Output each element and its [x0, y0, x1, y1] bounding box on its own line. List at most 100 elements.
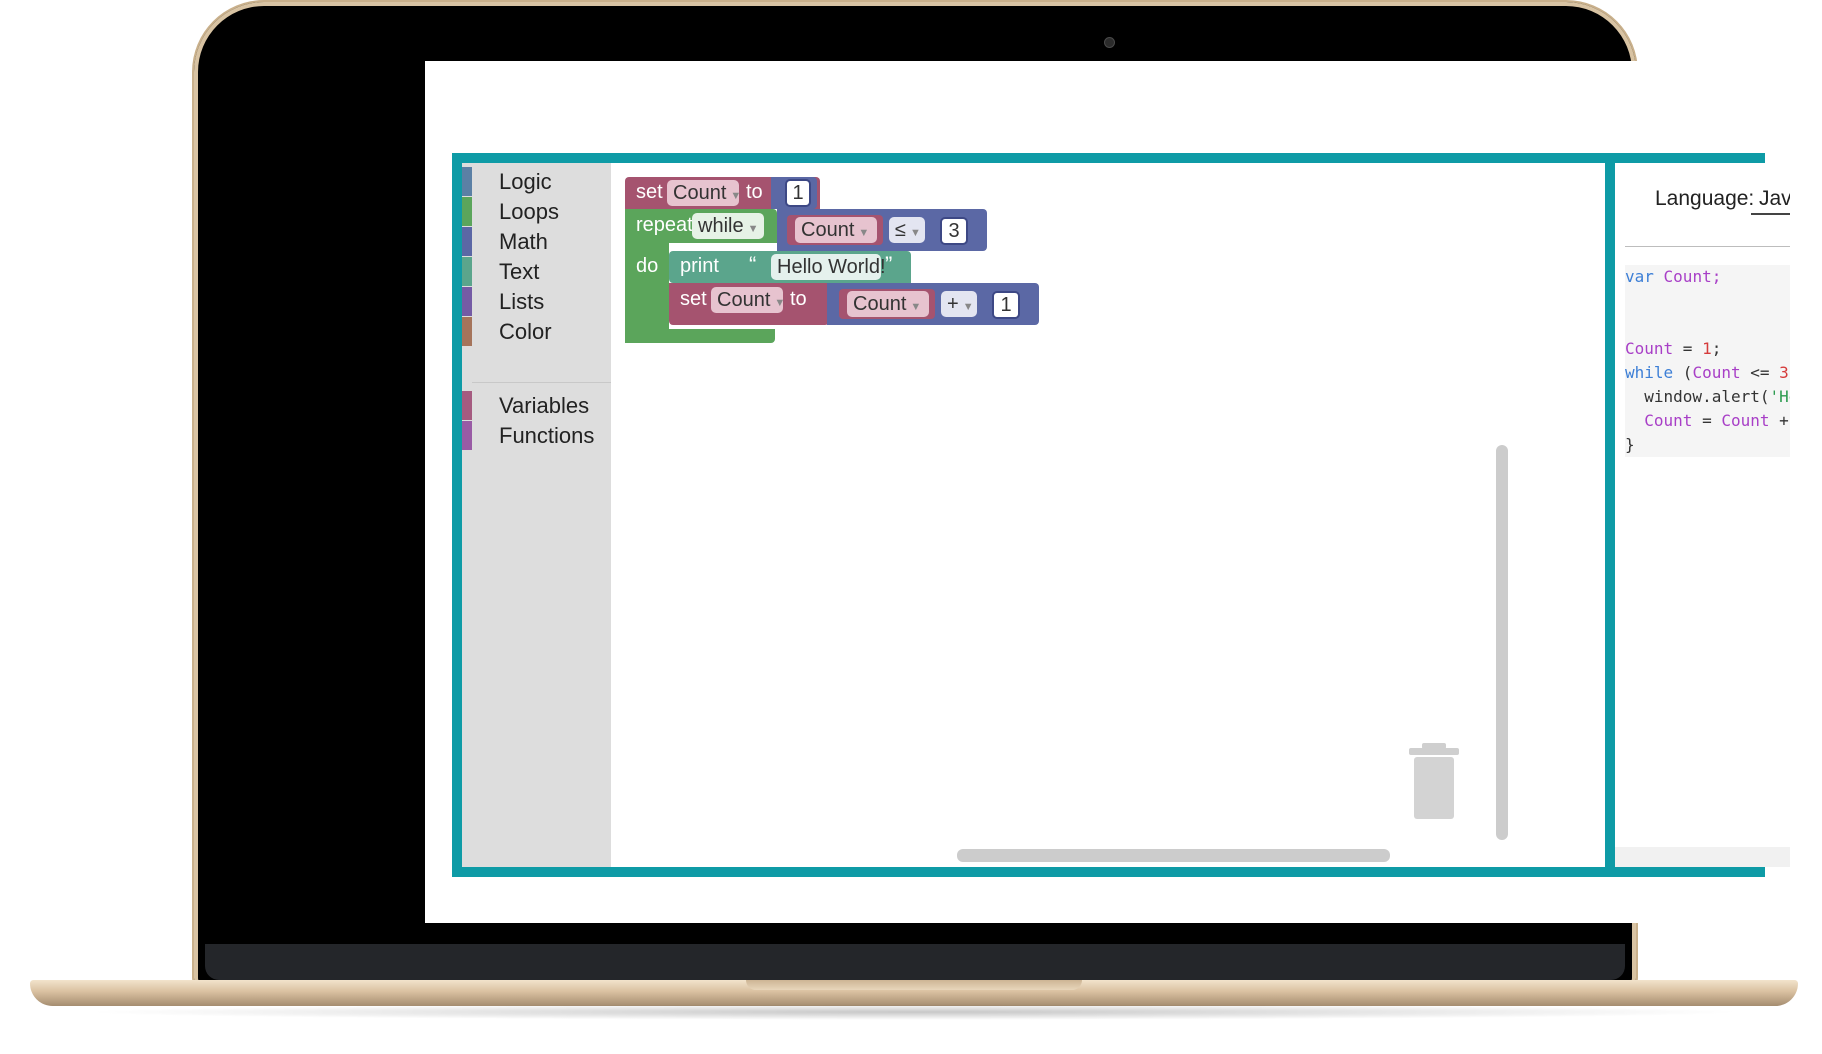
set-keyword: set — [636, 181, 663, 203]
blockly-app: Logic Loops Math Text Lists Color Variab… — [452, 153, 1790, 877]
code-token: + — [1779, 411, 1789, 430]
horizontal-scrollbar[interactable] — [957, 849, 1390, 862]
category-swatch — [462, 317, 472, 346]
toolbox-label: Logic — [499, 169, 552, 194]
to-keyword: to — [746, 181, 763, 203]
code-token: ( — [1673, 363, 1693, 382]
code-horizontal-scrollbar[interactable] — [1615, 847, 1790, 867]
language-select[interactable]: JavaScript ▼ — [1751, 187, 1790, 215]
toolbox-label: Text — [499, 259, 540, 284]
code-token: <= — [1740, 363, 1780, 382]
to-keyword: to — [790, 288, 807, 310]
code-line: } — [1625, 433, 1635, 457]
number-block[interactable]: 1 — [771, 177, 817, 209]
toolbox-item-logic[interactable]: Logic — [462, 165, 611, 198]
operator-value: + — [947, 293, 959, 315]
toolbox-label: Loops — [499, 199, 559, 224]
dropdown-arrow-icon: ▼ — [962, 301, 974, 313]
dropdown-arrow-icon: ▼ — [858, 227, 870, 239]
do-keyword: do — [636, 255, 659, 277]
variable-dropdown[interactable]: Count ▼ — [711, 287, 786, 313]
number-field[interactable]: 3 — [940, 217, 968, 245]
code-token: var — [1625, 267, 1654, 286]
code-token: } — [1625, 435, 1635, 454]
toolbox-label: Lists — [499, 289, 545, 314]
open-quote-icon: “ — [749, 252, 757, 277]
toolbox-label: Functions — [499, 423, 595, 448]
code-token: = — [1673, 339, 1703, 358]
laptop-screen: Logic Loops Math Text Lists Color Variab… — [425, 61, 1790, 923]
loop-mode-dropdown[interactable]: while ▼ — [692, 213, 764, 239]
camera-icon — [1104, 37, 1115, 48]
code-token: Count — [1625, 339, 1674, 358]
toolbox-item-text[interactable]: Text — [462, 255, 611, 288]
toolbox-item-math[interactable]: Math — [462, 225, 611, 258]
toolbox-item-functions[interactable]: Functions — [462, 419, 611, 452]
operator-value: ≤ — [895, 219, 906, 241]
code-token: ; — [1711, 339, 1722, 358]
loop-mode-value: while — [698, 215, 744, 237]
code-line: while (Count <= 3) { — [1625, 361, 1790, 385]
code-line: var Count; — [1625, 265, 1721, 289]
category-swatch — [462, 197, 472, 226]
category-swatch — [462, 287, 472, 316]
code-token: Count — [1692, 363, 1741, 382]
category-swatch — [462, 257, 472, 286]
toolbox-item-color[interactable]: Color — [462, 315, 611, 348]
toolbox-label: Variables — [499, 393, 590, 418]
print-block[interactable]: print “ Hello World! ” — [669, 251, 911, 283]
variable-dropdown[interactable]: Count ▼ — [847, 291, 929, 317]
code-panel: Language: JavaScript ▼ var Count; Count … — [1615, 163, 1790, 867]
category-swatch — [462, 391, 472, 420]
code-token: 3 — [1779, 363, 1789, 382]
variable-dropdown[interactable]: Count ▼ — [795, 217, 877, 243]
code-token: ) { — [1789, 363, 1790, 382]
set-variable-block[interactable]: set Count ▼ to — [669, 283, 829, 325]
repeat-footer — [625, 329, 775, 343]
repeat-while-block[interactable]: repeat while ▼ — [625, 209, 777, 243]
text-field[interactable]: Hello World! — [771, 254, 886, 280]
toolbox-item-variables[interactable]: Variables — [462, 389, 611, 422]
toolbox-item-loops[interactable]: Loops — [462, 195, 611, 228]
arithmetic-block[interactable]: Count ▼ + ▼ 1 — [827, 283, 1039, 325]
code-line: window.alert('Hello World!'); — [1625, 385, 1790, 409]
category-swatch — [462, 227, 472, 256]
category-swatch — [462, 167, 472, 196]
code-token: while — [1625, 363, 1674, 382]
number-field[interactable]: 1 — [992, 291, 1020, 319]
trash-svg — [1409, 743, 1459, 819]
code-token: Count — [1721, 411, 1770, 430]
code-token: = — [1692, 411, 1722, 430]
dropdown-arrow-icon: ▼ — [730, 190, 742, 202]
dropdown-arrow-icon: ▼ — [910, 301, 922, 313]
repeat-body-spine: do — [625, 243, 669, 343]
close-quote-icon: ” — [885, 252, 893, 277]
variable-name: Count — [853, 293, 907, 315]
dropdown-arrow-icon: ▼ — [909, 227, 921, 239]
toolbox-item-lists[interactable]: Lists — [462, 285, 611, 318]
variable-getter-block[interactable]: Count ▼ — [787, 215, 883, 245]
block-canvas[interactable]: set Count ▼ to 1 repeat while ▼ do Count… — [611, 163, 1605, 867]
toolbox-label: Math — [499, 229, 548, 254]
variable-name: Count — [717, 289, 771, 311]
compare-block[interactable]: Count ▼ ≤ ▼ 3 — [777, 209, 987, 251]
generated-code: var Count; Count = 1; while (Count <= 3)… — [1625, 265, 1790, 457]
set-keyword: set — [680, 288, 707, 310]
toolbox-separator — [472, 382, 611, 383]
number-field[interactable]: 1 — [785, 179, 811, 207]
toolbox: Logic Loops Math Text Lists Color Variab… — [462, 163, 611, 867]
language-value: JavaScript — [1759, 187, 1790, 210]
language-label: Language: — [1655, 187, 1755, 210]
code-line: Count = 1; — [1625, 337, 1721, 361]
laptop-notch — [746, 980, 1082, 990]
code-token: 1 — [1702, 339, 1712, 358]
dropdown-arrow-icon: ▼ — [774, 297, 786, 309]
variable-getter-block[interactable]: Count ▼ — [839, 289, 935, 319]
code-token: Count — [1644, 411, 1693, 430]
vertical-scrollbar[interactable] — [1496, 445, 1508, 840]
variable-dropdown[interactable]: Count ▼ — [667, 180, 742, 206]
trash-icon[interactable] — [1404, 743, 1464, 821]
operator-dropdown[interactable]: ≤ ▼ — [889, 217, 925, 243]
operator-dropdown[interactable]: + ▼ — [941, 291, 977, 317]
